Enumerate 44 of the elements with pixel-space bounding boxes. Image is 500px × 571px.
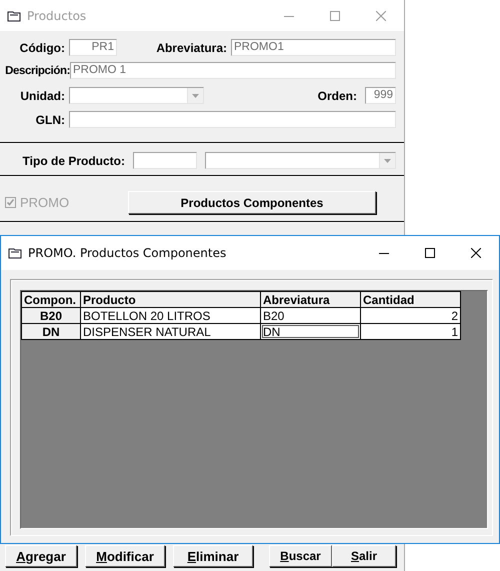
dropdown[interactable]: [205, 152, 396, 169]
input-field[interactable]: 999: [365, 87, 396, 104]
field-label: GLN:: [34, 112, 66, 126]
checkbox-icon: [5, 197, 16, 208]
components-button[interactable]: Productos Componentes: [128, 191, 376, 214]
field-label: Tipo de Producto:: [22, 154, 126, 168]
action-button[interactable]: Buscar: [269, 545, 332, 567]
table-cell: 1: [360, 324, 460, 340]
table-cell: B20: [260, 308, 360, 324]
column-header[interactable]: Cantidad: [360, 292, 460, 308]
field-label: Abreviatura:: [155, 40, 228, 54]
column-header[interactable]: Abreviatura: [260, 292, 360, 308]
close-icon: [376, 10, 386, 20]
dropdown-arrow-icon: [384, 158, 391, 162]
dropdown-arrow-icon: [192, 94, 199, 98]
row-header: B20: [22, 308, 80, 324]
window-title: Productos: [27, 8, 86, 22]
column-header[interactable]: Compon.: [22, 292, 80, 308]
action-button[interactable]: Modificar: [85, 545, 165, 567]
column-header[interactable]: Producto: [80, 292, 260, 308]
action-button[interactable]: Agregar: [5, 545, 77, 567]
table-cell: DN: [260, 324, 360, 340]
input-field[interactable]: [133, 152, 197, 169]
field-label: Orden:: [318, 88, 357, 102]
input-field[interactable]: PR1: [69, 39, 117, 56]
field-label: Código:: [18, 40, 66, 54]
window-icon: [8, 247, 22, 259]
table-cell: BOTELLON 20 LITROS: [80, 308, 260, 324]
field-label: Unidad:: [19, 88, 66, 102]
row-header: DN: [22, 324, 80, 340]
input-field[interactable]: [69, 111, 396, 128]
input-field[interactable]: PROMO 1: [70, 62, 396, 79]
maximize-icon: [330, 10, 340, 20]
table-cell: 2: [360, 308, 460, 324]
action-button[interactable]: Eliminar: [173, 545, 253, 567]
window-title: PROMO. Productos Componentes: [28, 246, 226, 260]
field-label: Descripción:: [4, 64, 70, 76]
table-cell: DISPENSER NATURAL: [80, 324, 260, 340]
action-button[interactable]: Salir: [332, 545, 396, 567]
maximize-icon: [425, 248, 435, 258]
window-icon: [7, 10, 21, 22]
dropdown[interactable]: [69, 87, 204, 104]
close-icon: [471, 248, 481, 258]
input-field[interactable]: PROMO1: [231, 39, 396, 56]
